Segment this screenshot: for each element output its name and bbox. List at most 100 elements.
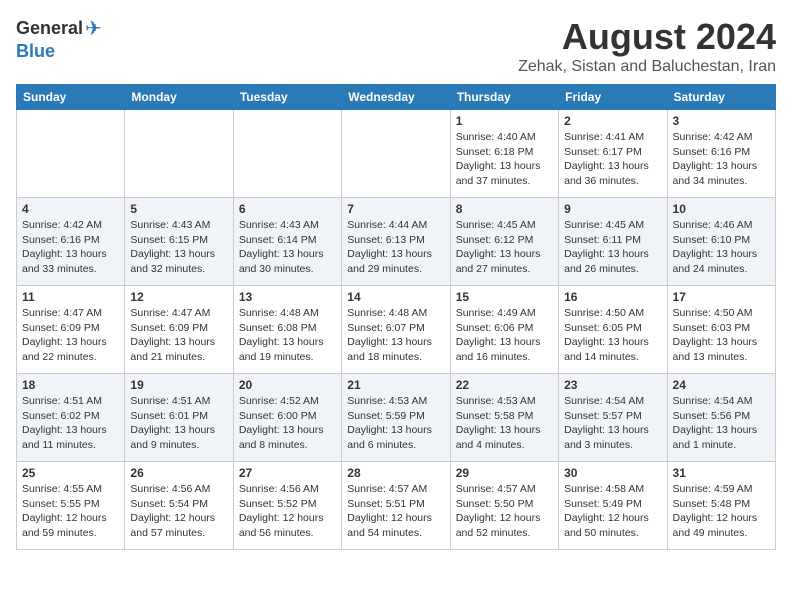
day-info: Sunrise: 4:57 AM Sunset: 5:50 PM Dayligh… — [456, 482, 553, 541]
calendar-day-cell: 20Sunrise: 4:52 AM Sunset: 6:00 PM Dayli… — [233, 374, 341, 462]
calendar-day-cell: 18Sunrise: 4:51 AM Sunset: 6:02 PM Dayli… — [17, 374, 125, 462]
day-info: Sunrise: 4:57 AM Sunset: 5:51 PM Dayligh… — [347, 482, 444, 541]
day-number: 25 — [22, 466, 119, 480]
calendar-day-cell: 28 Sunrise: 4:57 AM Sunset: 5:51 PM Dayli… — [342, 462, 450, 550]
day-number: 6 — [239, 202, 336, 216]
calendar-day-cell: 21 Sunrise: 4:53 AM Sunset: 5:59 PM Dayli… — [342, 374, 450, 462]
calendar-day-cell — [342, 110, 450, 198]
logo-bird-icon: ✈ — [85, 16, 102, 41]
calendar-day-cell: 16 Sunrise: 4:50 AM Sunset: 6:05 PM Dayli… — [559, 286, 667, 374]
calendar-day-cell: 17Sunrise: 4:50 AM Sunset: 6:03 PM Dayli… — [667, 286, 775, 374]
day-number: 24 — [673, 378, 770, 392]
day-number: 5 — [130, 202, 227, 216]
day-info: Sunrise: 4:51 AM Sunset: 6:01 PM Dayligh… — [130, 394, 227, 453]
day-number: 26 — [130, 466, 227, 480]
day-number: 8 — [456, 202, 553, 216]
calendar-day-cell: 23Sunrise: 4:54 AM Sunset: 5:57 PM Dayli… — [559, 374, 667, 462]
day-info: Sunrise: 4:59 AM Sunset: 5:48 PM Dayligh… — [673, 482, 770, 541]
day-number: 1 — [456, 114, 553, 128]
day-info: Sunrise: 4:42 AM Sunset: 6:16 PM Dayligh… — [22, 218, 119, 277]
calendar-day-cell: 30 Sunrise: 4:58 AM Sunset: 5:49 PM Dayli… — [559, 462, 667, 550]
calendar-day-cell: 13 Sunrise: 4:48 AM Sunset: 6:08 PM Dayli… — [233, 286, 341, 374]
calendar-day-cell: 25Sunrise: 4:55 AM Sunset: 5:55 PM Dayli… — [17, 462, 125, 550]
day-info: Sunrise: 4:50 AM Sunset: 6:05 PM Dayligh… — [564, 306, 661, 365]
day-number: 13 — [239, 290, 336, 304]
day-number: 28 — [347, 466, 444, 480]
calendar-day-cell: 10Sunrise: 4:46 AM Sunset: 6:10 PM Dayli… — [667, 198, 775, 286]
day-of-week-header: Sunday — [17, 85, 125, 110]
day-number: 4 — [22, 202, 119, 216]
calendar-day-cell: 19 Sunrise: 4:51 AM Sunset: 6:01 PM Dayli… — [125, 374, 233, 462]
calendar-day-cell: 12 Sunrise: 4:47 AM Sunset: 6:09 PM Dayli… — [125, 286, 233, 374]
calendar-day-cell — [17, 110, 125, 198]
calendar-day-cell: 8 Sunrise: 4:45 AM Sunset: 6:12 PM Daylig… — [450, 198, 558, 286]
day-number: 9 — [564, 202, 661, 216]
day-number: 17 — [673, 290, 770, 304]
calendar-day-cell: 29Sunrise: 4:57 AM Sunset: 5:50 PM Dayli… — [450, 462, 558, 550]
calendar-day-cell: 31 Sunrise: 4:59 AM Sunset: 5:48 PM Dayli… — [667, 462, 775, 550]
month-title: August 2024 — [518, 16, 776, 58]
day-of-week-header: Wednesday — [342, 85, 450, 110]
calendar-day-cell: 22 Sunrise: 4:53 AM Sunset: 5:58 PM Dayli… — [450, 374, 558, 462]
day-number: 31 — [673, 466, 770, 480]
day-info: Sunrise: 4:45 AM Sunset: 6:11 PM Dayligh… — [564, 218, 661, 277]
day-number: 22 — [456, 378, 553, 392]
calendar-day-cell: 5 Sunrise: 4:43 AM Sunset: 6:15 PM Daylig… — [125, 198, 233, 286]
calendar-day-cell: 2 Sunrise: 4:41 AM Sunset: 6:17 PM Daylig… — [559, 110, 667, 198]
calendar-day-cell: 6 Sunrise: 4:43 AM Sunset: 6:14 PM Daylig… — [233, 198, 341, 286]
location-title: Zehak, Sistan and Baluchestan, Iran — [518, 58, 776, 76]
calendar-day-cell: 9 Sunrise: 4:45 AM Sunset: 6:11 PM Daylig… — [559, 198, 667, 286]
calendar-day-cell: 14 Sunrise: 4:48 AM Sunset: 6:07 PM Dayli… — [342, 286, 450, 374]
calendar-day-cell: 26 Sunrise: 4:56 AM Sunset: 5:54 PM Dayli… — [125, 462, 233, 550]
day-number: 11 — [22, 290, 119, 304]
day-info: Sunrise: 4:56 AM Sunset: 5:52 PM Dayligh… — [239, 482, 336, 541]
day-info: Sunrise: 4:44 AM Sunset: 6:13 PM Dayligh… — [347, 218, 444, 277]
day-number: 7 — [347, 202, 444, 216]
calendar-header: SundayMondayTuesdayWednesdayThursdayFrid… — [17, 85, 776, 110]
day-info: Sunrise: 4:42 AM Sunset: 6:16 PM Dayligh… — [673, 130, 770, 189]
day-info: Sunrise: 4:48 AM Sunset: 6:08 PM Dayligh… — [239, 306, 336, 365]
day-of-week-header: Monday — [125, 85, 233, 110]
logo: General ✈ Blue — [16, 16, 102, 62]
calendar-day-cell: 3 Sunrise: 4:42 AM Sunset: 6:16 PM Daylig… — [667, 110, 775, 198]
day-number: 3 — [673, 114, 770, 128]
logo-general: General — [16, 18, 83, 39]
day-number: 30 — [564, 466, 661, 480]
calendar-day-cell: 1 Sunrise: 4:40 AM Sunset: 6:18 PM Daylig… — [450, 110, 558, 198]
day-info: Sunrise: 4:47 AM Sunset: 6:09 PM Dayligh… — [22, 306, 119, 365]
day-info: Sunrise: 4:43 AM Sunset: 6:14 PM Dayligh… — [239, 218, 336, 277]
day-number: 21 — [347, 378, 444, 392]
page-header: General ✈ Blue August 2024 Zehak, Sistan… — [16, 16, 776, 76]
logo-blue: Blue — [16, 41, 55, 61]
day-of-week-header: Friday — [559, 85, 667, 110]
day-info: Sunrise: 4:43 AM Sunset: 6:15 PM Dayligh… — [130, 218, 227, 277]
day-info: Sunrise: 4:58 AM Sunset: 5:49 PM Dayligh… — [564, 482, 661, 541]
day-info: Sunrise: 4:41 AM Sunset: 6:17 PM Dayligh… — [564, 130, 661, 189]
day-of-week-header: Saturday — [667, 85, 775, 110]
title-area: August 2024 Zehak, Sistan and Baluchesta… — [518, 16, 776, 76]
calendar-week-row: 1 Sunrise: 4:40 AM Sunset: 6:18 PM Daylig… — [17, 110, 776, 198]
day-info: Sunrise: 4:53 AM Sunset: 5:58 PM Dayligh… — [456, 394, 553, 453]
calendar-day-cell — [233, 110, 341, 198]
day-info: Sunrise: 4:45 AM Sunset: 6:12 PM Dayligh… — [456, 218, 553, 277]
day-number: 19 — [130, 378, 227, 392]
day-info: Sunrise: 4:51 AM Sunset: 6:02 PM Dayligh… — [22, 394, 119, 453]
day-info: Sunrise: 4:40 AM Sunset: 6:18 PM Dayligh… — [456, 130, 553, 189]
day-number: 12 — [130, 290, 227, 304]
calendar-day-cell: 11 Sunrise: 4:47 AM Sunset: 6:09 PM Dayli… — [17, 286, 125, 374]
day-info: Sunrise: 4:47 AM Sunset: 6:09 PM Dayligh… — [130, 306, 227, 365]
day-number: 2 — [564, 114, 661, 128]
day-info: Sunrise: 4:52 AM Sunset: 6:00 PM Dayligh… — [239, 394, 336, 453]
calendar-day-cell: 27Sunrise: 4:56 AM Sunset: 5:52 PM Dayli… — [233, 462, 341, 550]
day-info: Sunrise: 4:56 AM Sunset: 5:54 PM Dayligh… — [130, 482, 227, 541]
day-info: Sunrise: 4:54 AM Sunset: 5:57 PM Dayligh… — [564, 394, 661, 453]
calendar-week-row: 25Sunrise: 4:55 AM Sunset: 5:55 PM Dayli… — [17, 462, 776, 550]
day-number: 14 — [347, 290, 444, 304]
calendar-day-cell: 24Sunrise: 4:54 AM Sunset: 5:56 PM Dayli… — [667, 374, 775, 462]
day-info: Sunrise: 4:46 AM Sunset: 6:10 PM Dayligh… — [673, 218, 770, 277]
day-of-week-header: Thursday — [450, 85, 558, 110]
day-number: 16 — [564, 290, 661, 304]
calendar-day-cell — [125, 110, 233, 198]
day-info: Sunrise: 4:53 AM Sunset: 5:59 PM Dayligh… — [347, 394, 444, 453]
day-info: Sunrise: 4:48 AM Sunset: 6:07 PM Dayligh… — [347, 306, 444, 365]
